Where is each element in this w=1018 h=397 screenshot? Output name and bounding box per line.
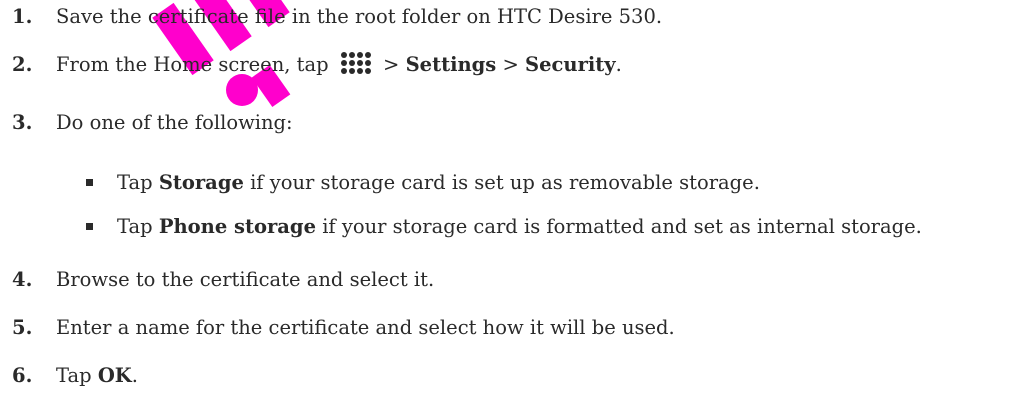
step-text: Browse to the certificate and select it. xyxy=(56,268,435,291)
step-number: 4. xyxy=(12,268,33,291)
bullet-marker xyxy=(86,179,93,186)
period: . xyxy=(615,53,622,76)
step-text: Do one of the following: xyxy=(56,111,293,134)
step-text-intro: Tap xyxy=(56,364,92,387)
apps-grid-icon xyxy=(340,51,371,74)
security-label: Security xyxy=(525,53,616,76)
step-text: Tap OK. xyxy=(56,361,138,391)
period: . xyxy=(131,364,138,387)
step-text-intro: From the Home screen, tap xyxy=(56,53,329,76)
storage-label: Storage xyxy=(158,171,244,194)
bullet-text: Tap Storage if your storage card is set … xyxy=(117,168,760,198)
bullet-intro: Tap xyxy=(117,215,153,238)
separator: > xyxy=(383,53,400,76)
bullet-marker xyxy=(86,223,93,230)
phone-storage-label: Phone storage xyxy=(158,215,316,238)
separator: > xyxy=(502,53,519,76)
step-number: 2. xyxy=(12,53,33,76)
step-text: From the Home screen, tap > Settings > S… xyxy=(56,50,622,81)
bullet-text: Tap Phone storage if your storage card i… xyxy=(117,212,922,242)
step-text: Save the certificate file in the root fo… xyxy=(56,5,663,28)
bullet-rest: if your storage card is formatted and se… xyxy=(322,215,922,238)
step-number: 3. xyxy=(12,111,33,134)
step-text: Enter a name for the certificate and sel… xyxy=(56,316,675,339)
bullet-intro: Tap xyxy=(117,171,153,194)
ok-label: OK xyxy=(97,364,132,387)
step-number: 5. xyxy=(12,316,33,339)
step-number: 6. xyxy=(12,364,33,387)
step-number: 1. xyxy=(12,5,33,28)
settings-label: Settings xyxy=(405,53,497,76)
bullet-rest: if your storage card is set up as remova… xyxy=(250,171,760,194)
